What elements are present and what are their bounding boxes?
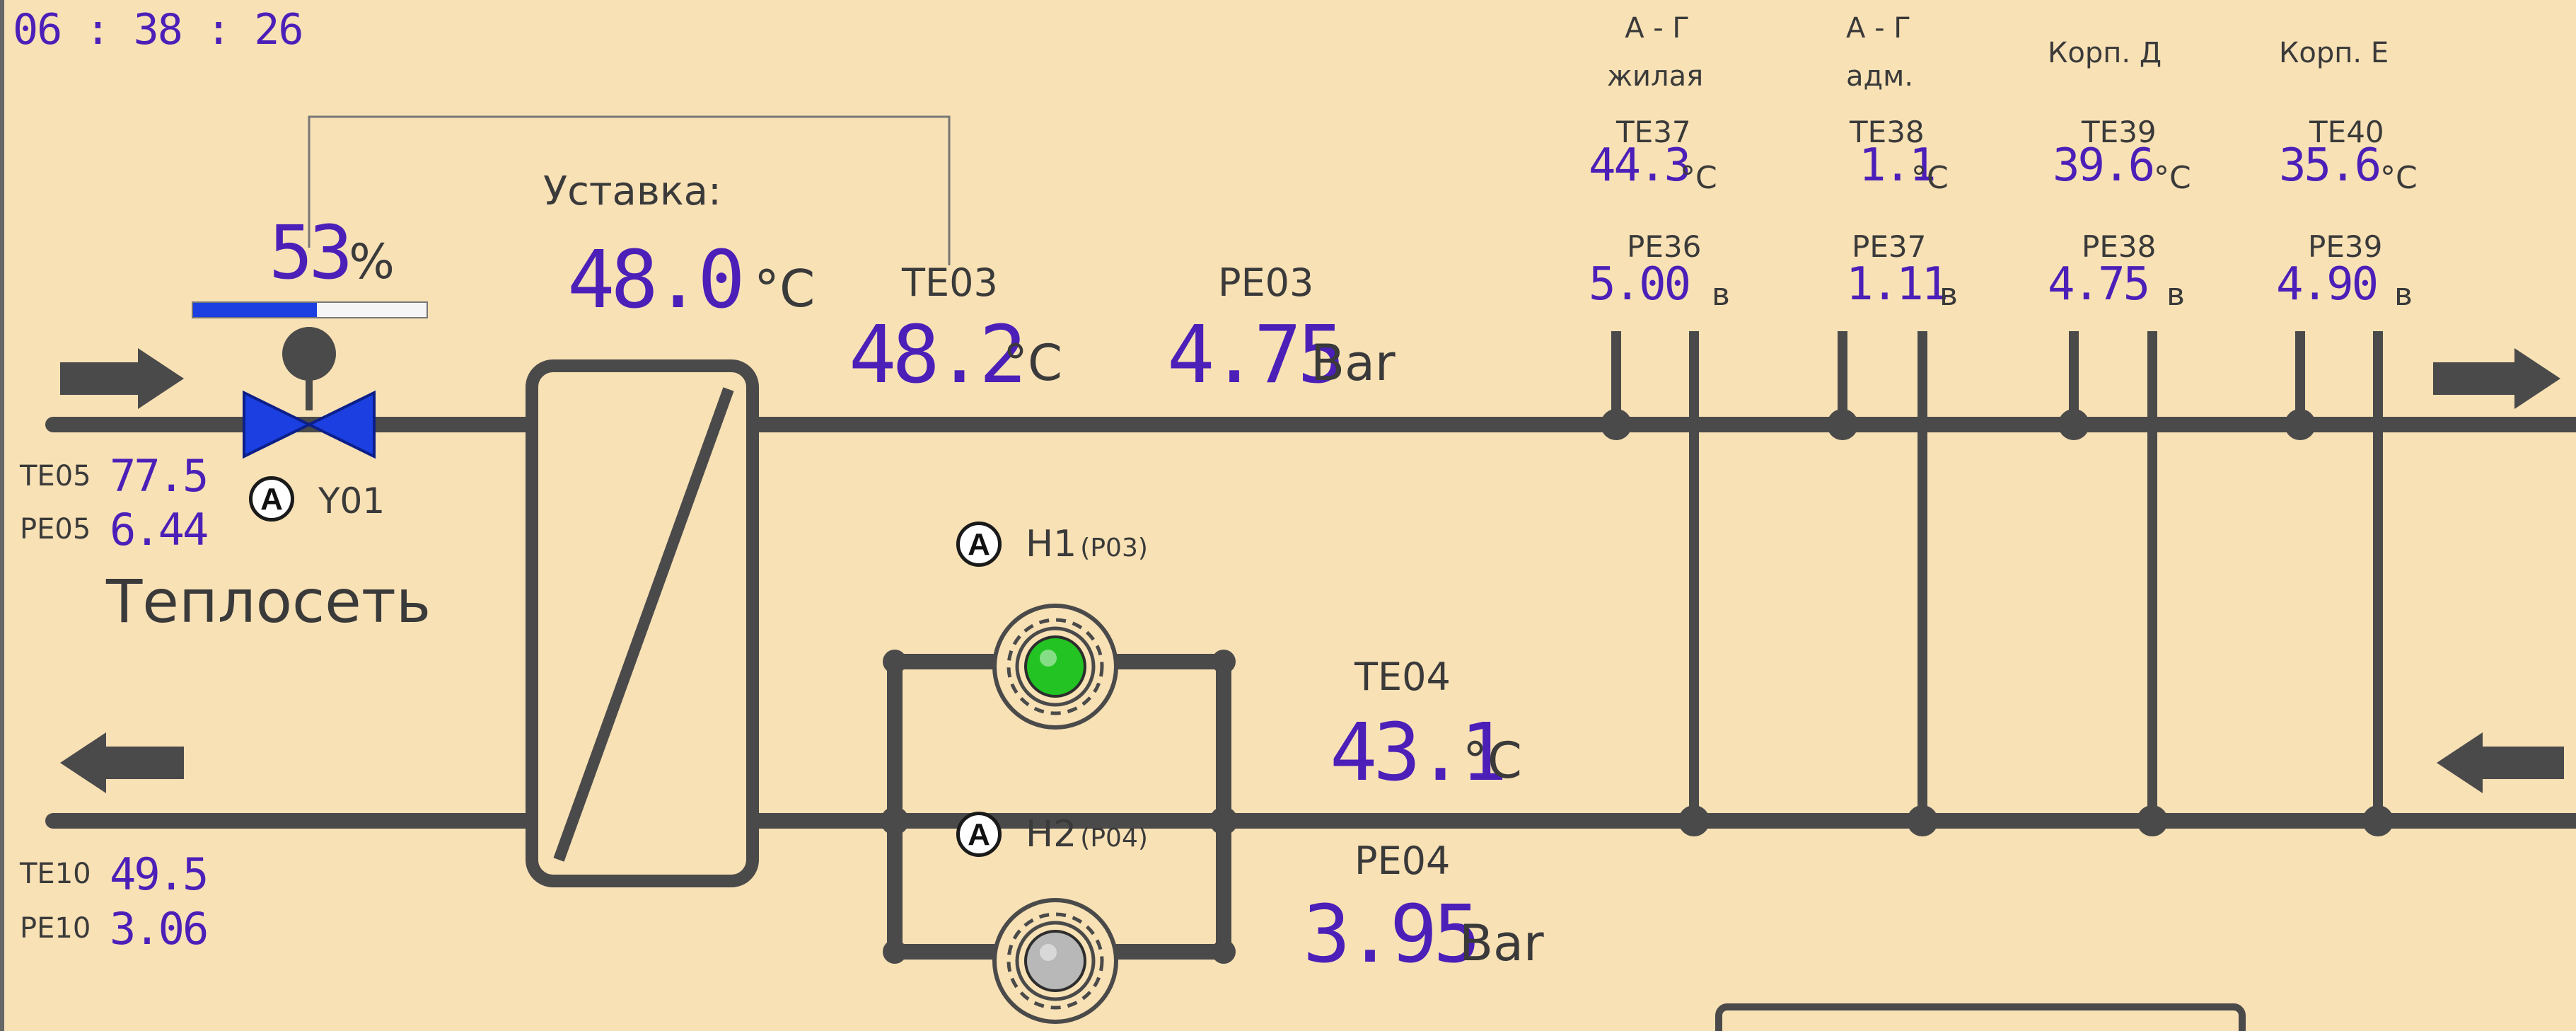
consumer-3-pe-label: PE38 (2082, 229, 2157, 264)
network-title: Теплосеть (106, 567, 431, 636)
pump-h1-status-lamp (1024, 635, 1086, 698)
valve-percent-readout: 53% (269, 216, 395, 289)
pump-h1-label: H1 (P03) (1026, 526, 1148, 563)
pe04-label: PE04 (1354, 839, 1451, 883)
pump-h2-status-lamp (1024, 930, 1086, 992)
pump-h1[interactable] (994, 606, 1116, 727)
valve-position-bar (192, 301, 428, 318)
flow-arrow-out-icon (2433, 348, 2560, 409)
consumer-1-pe-unit: в (1712, 277, 1730, 313)
consumer-tap-4 (2285, 331, 2394, 836)
consumer-3-te-value: 39.6 (2053, 139, 2155, 192)
consumer-2-te-unit: °C (1911, 160, 1949, 196)
pump-h1-name: H1 (1026, 523, 1077, 565)
heat-exchanger (526, 359, 759, 887)
te03-value: 48.2 (849, 309, 1027, 401)
consumer-tap-2 (1827, 331, 1938, 836)
consumer-3-pe-value: 4.75 (2048, 258, 2150, 311)
consumer-4-pe-label: PE39 (2308, 229, 2383, 264)
consumer-tap-3 (2058, 331, 2168, 836)
consumer-1-te-value: 44.3 (1589, 139, 1691, 192)
te05-label: TE05 (20, 460, 91, 493)
control-valve-y01[interactable] (243, 327, 376, 459)
pump-h1-tag: (P03) (1080, 534, 1148, 563)
te03-label: TE03 (902, 260, 998, 305)
pe05-label: PE05 (20, 513, 91, 546)
consumer-3-name: Корп. Д (2048, 37, 2162, 69)
consumer-4-te-value: 35.6 (2279, 139, 2381, 192)
valve-name: Y01 (318, 480, 385, 522)
pe04-value: 3.95 (1303, 889, 1481, 981)
bottom-panel (1715, 1003, 2246, 1031)
setpoint-unit: °C (754, 259, 816, 318)
setpoint-value[interactable]: 48.0 (567, 241, 745, 320)
consumer-4-te-unit: °C (2380, 160, 2418, 196)
valve-mode-badge[interactable]: A (249, 476, 294, 522)
pump-h2-tag: (P04) (1080, 824, 1148, 853)
pe03-label: PE03 (1218, 260, 1314, 305)
flow-arrow-return-out-icon (60, 732, 184, 793)
consumer-1-te-unit: °C (1680, 160, 1717, 196)
pump-h2-mode-badge[interactable]: A (956, 812, 1002, 857)
setpoint-label: Уставка: (543, 168, 721, 214)
te03-unit: °C (1003, 334, 1062, 392)
consumer-1-pe-label: PE36 (1627, 229, 1702, 264)
consumer-2-pe-value: 1.11 (1846, 258, 1949, 311)
consumer-4-pe-unit: в (2394, 277, 2413, 313)
consumer-1-name: А - Г (1625, 12, 1690, 45)
consumer-1-subname: жилая (1607, 60, 1704, 93)
consumer-3-te-unit: °C (2154, 160, 2191, 196)
pump-h2-label: H2 (P04) (1026, 816, 1148, 853)
pe10-value: 3.06 (110, 903, 209, 955)
pe03-unit: Bar (1311, 334, 1396, 392)
consumer-3-pe-unit: в (2166, 277, 2185, 313)
valve-percent-unit: % (349, 234, 395, 290)
pe10-label: PE10 (20, 912, 91, 945)
pump-h2[interactable] (994, 900, 1116, 1022)
consumer-2-pe-label: PE37 (1852, 229, 1927, 264)
clock: 06 : 38 : 26 (13, 5, 303, 54)
valve-percent-value: 53 (269, 209, 353, 296)
pump-h1-mode-badge[interactable]: A (956, 522, 1002, 567)
te10-label: TE10 (20, 858, 91, 890)
consumer-2-name: А - Г (1846, 12, 1911, 45)
consumer-4-name: Корп. Е (2279, 37, 2389, 69)
te10-value: 49.5 (110, 848, 209, 900)
consumer-taps (1601, 331, 2394, 836)
consumer-2-subname: адм. (1846, 60, 1914, 93)
flow-arrow-return-in-icon (2437, 732, 2564, 793)
te04-label: TE04 (1354, 655, 1451, 699)
flow-arrow-in-icon (60, 348, 184, 409)
te04-unit: °C (1463, 732, 1522, 790)
consumer-1-pe-value: 5.00 (1589, 258, 1691, 311)
process-schematic (0, 0, 2576, 1031)
te05-value: 77.5 (110, 450, 209, 502)
consumer-4-pe-value: 4.90 (2276, 258, 2379, 311)
pump-h2-name: H2 (1026, 813, 1077, 856)
pe05-value: 6.44 (110, 504, 209, 555)
consumer-tap-1 (1601, 331, 1710, 836)
consumer-2-pe-unit: в (1939, 277, 1958, 313)
pe04-unit: Bar (1459, 914, 1544, 972)
